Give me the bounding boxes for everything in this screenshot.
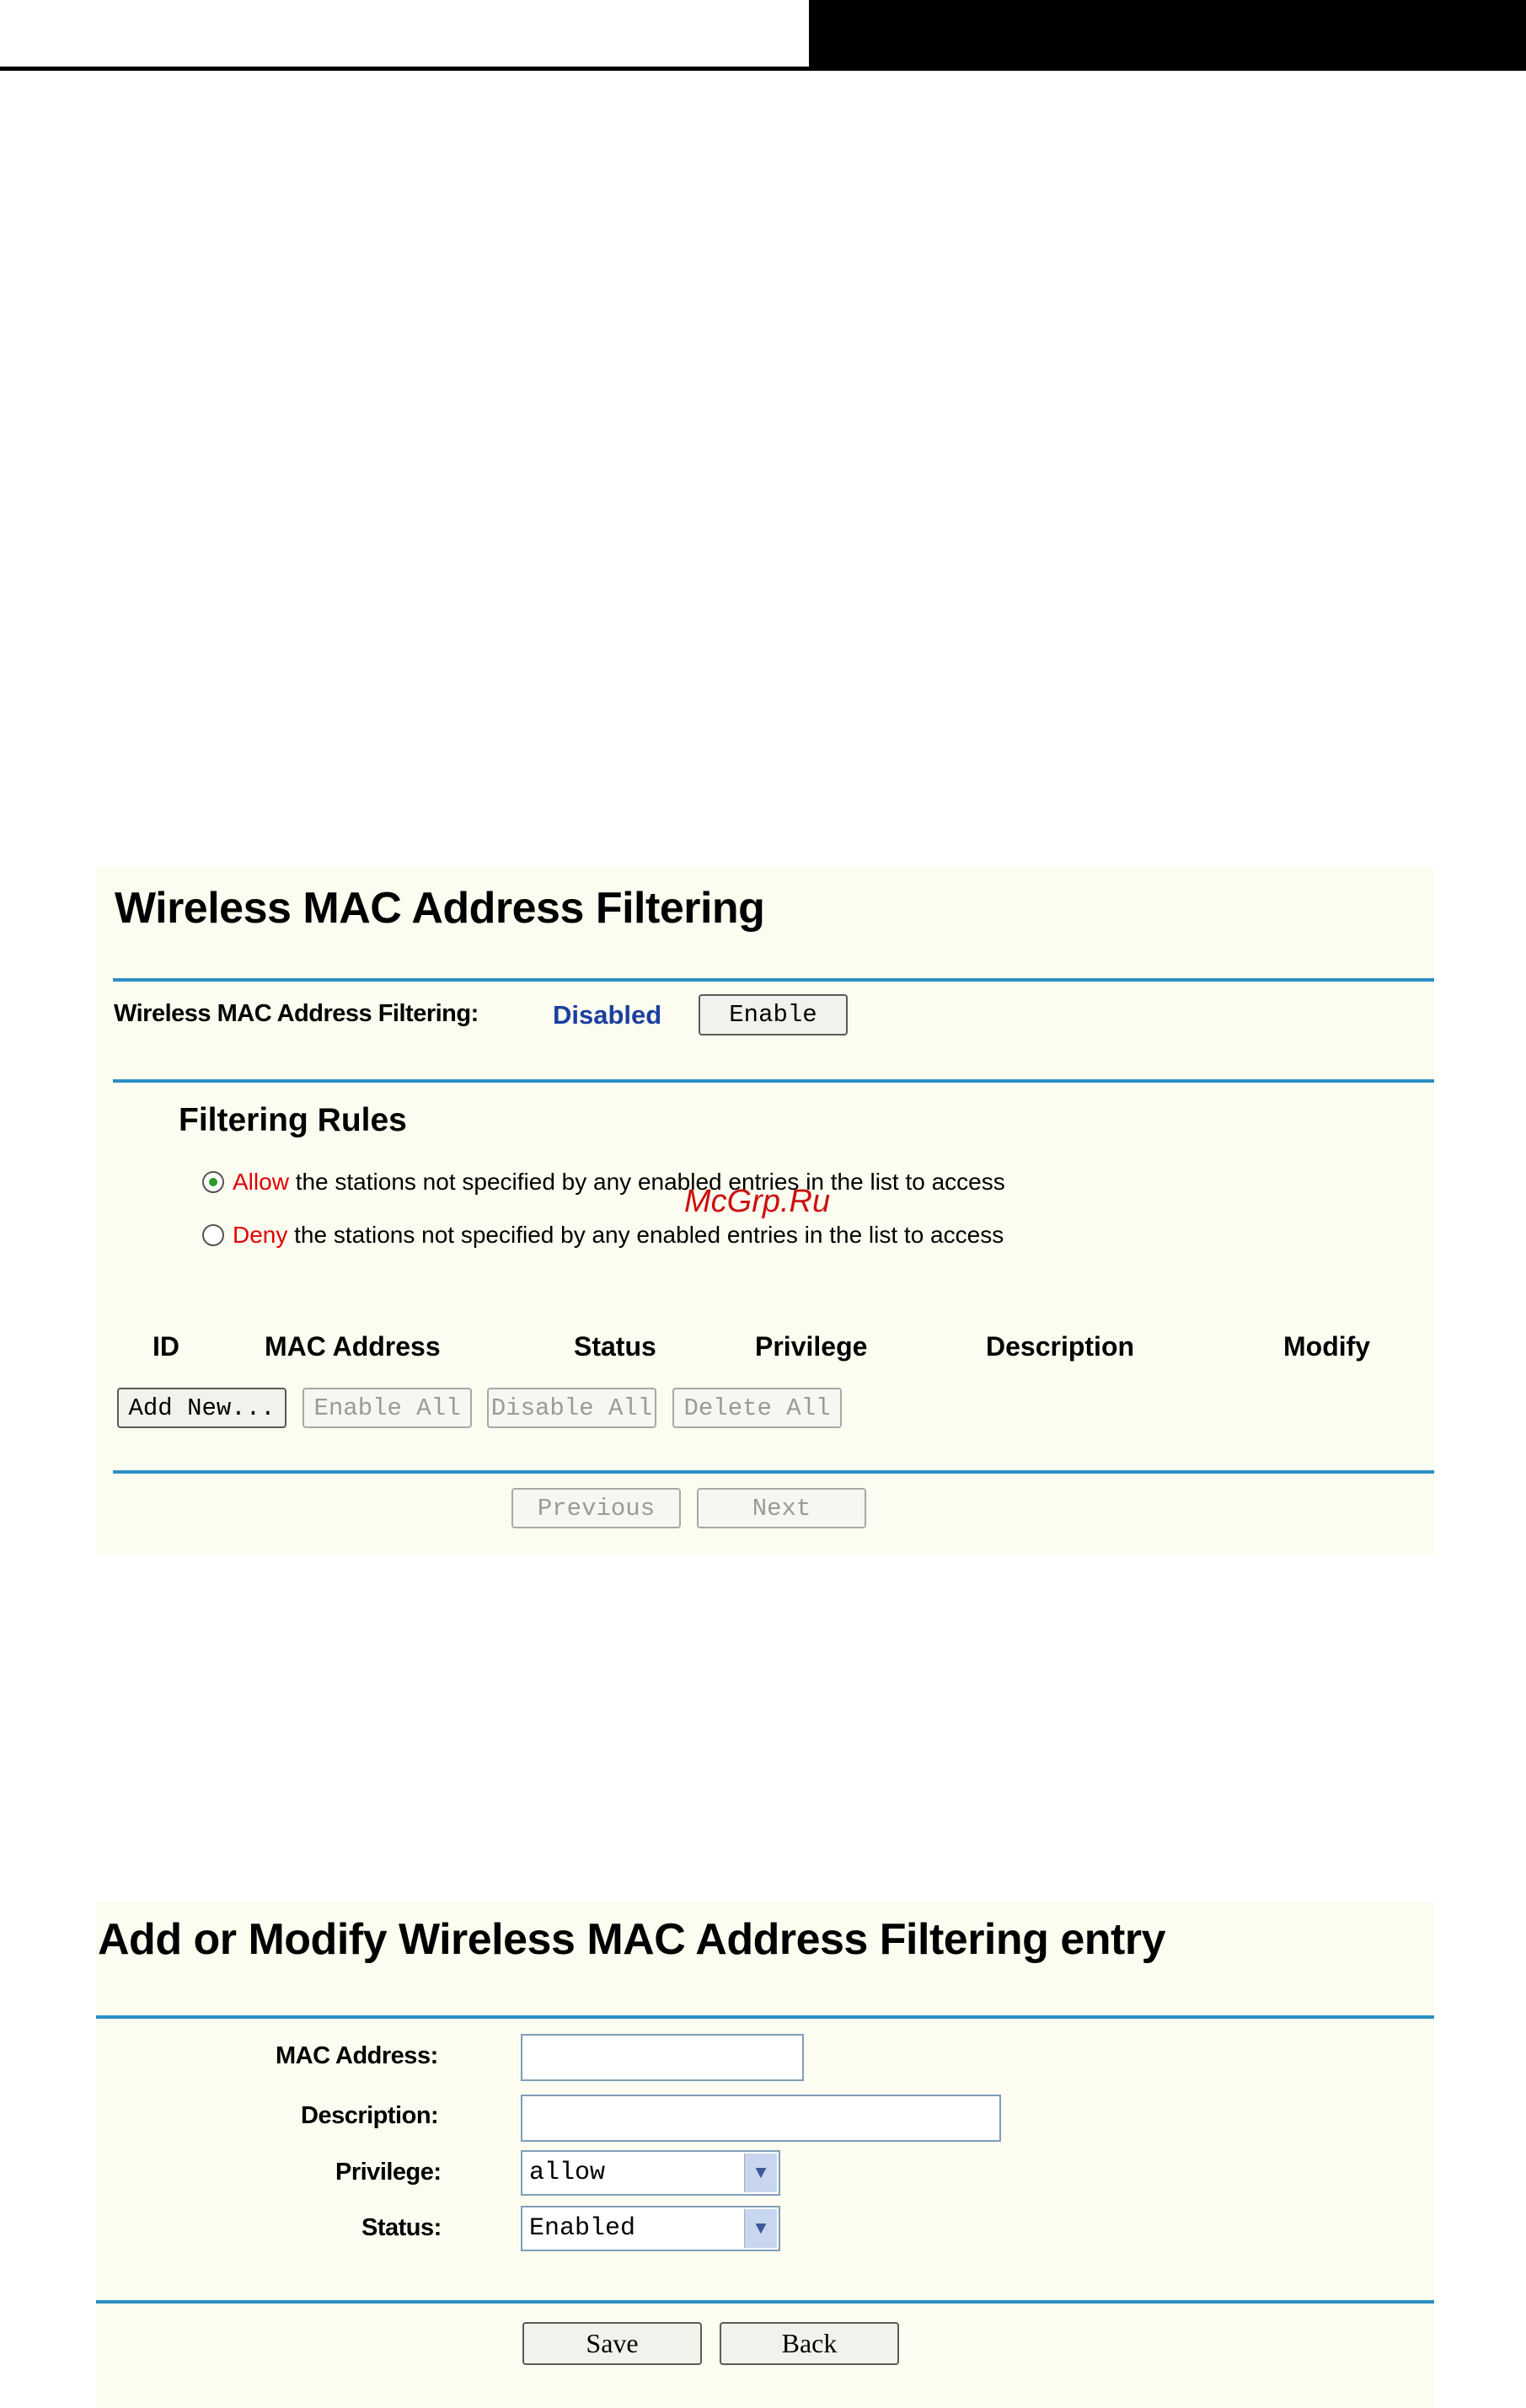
privilege-label: Privilege: — [335, 2159, 442, 2186]
allow-radio[interactable] — [202, 1171, 224, 1193]
column-description: Description — [986, 1331, 1135, 1362]
column-modify: Modify — [1283, 1331, 1371, 1362]
status-select-value: Enabled — [529, 2214, 636, 2243]
delete-all-button[interactable]: Delete All — [672, 1388, 842, 1428]
entry-form-divider — [96, 2300, 1434, 2304]
allow-rule-text: the stations not specified by any enable… — [288, 1169, 1005, 1195]
next-button[interactable]: Next — [697, 1488, 866, 1528]
status-divider — [113, 1079, 1434, 1083]
entry-title-divider — [96, 2015, 1434, 2019]
privilege-select[interactable]: allow ▼ — [521, 2150, 780, 2196]
deny-radio[interactable] — [202, 1224, 224, 1246]
page-title: Wireless MAC Address Filtering — [115, 884, 765, 933]
status-select[interactable]: Enabled ▼ — [521, 2206, 780, 2251]
allow-word: Allow — [233, 1169, 289, 1195]
privilege-select-value: allow — [529, 2159, 606, 2187]
column-status: Status — [574, 1331, 656, 1362]
column-id: ID — [153, 1331, 179, 1362]
chevron-down-icon[interactable]: ▼ — [744, 2209, 777, 2248]
previous-button[interactable]: Previous — [511, 1488, 681, 1528]
watermark-text: McGrp.Ru — [684, 1184, 831, 1219]
column-mac-address: MAC Address — [265, 1331, 441, 1362]
enable-button[interactable]: Enable — [699, 994, 848, 1035]
enable-all-button[interactable]: Enable All — [303, 1388, 472, 1428]
header-black-block — [809, 0, 1526, 71]
description-label: Description: — [301, 2102, 439, 2129]
column-privilege: Privilege — [755, 1331, 868, 1362]
deny-rule-option[interactable]: Deny the stations not specified by any e… — [202, 1222, 1004, 1249]
disable-all-button[interactable]: Disable All — [487, 1388, 656, 1428]
add-new-button[interactable]: Add New... — [117, 1388, 286, 1428]
status-label: Status: — [361, 2214, 442, 2241]
back-button[interactable]: Back — [720, 2322, 899, 2365]
entry-page-title: Add or Modify Wireless MAC Address Filte… — [98, 1915, 1166, 1964]
save-button[interactable]: Save — [522, 2322, 702, 2365]
filtering-status-value: Disabled — [553, 1000, 662, 1030]
chevron-down-icon[interactable]: ▼ — [744, 2154, 777, 2192]
mac-address-label: MAC Address: — [276, 2042, 438, 2069]
filtering-rules-title: Filtering Rules — [179, 1102, 407, 1138]
table-divider — [113, 1470, 1434, 1474]
deny-rule-text: the stations not specified by any enable… — [287, 1222, 1004, 1248]
header-rule — [0, 67, 809, 71]
title-divider — [113, 978, 1434, 982]
description-input[interactable] — [521, 2095, 1001, 2142]
filtering-status-label: Wireless MAC Address Filtering: — [114, 1000, 479, 1027]
allow-rule-option[interactable]: Allow the stations not specified by any … — [202, 1169, 1005, 1196]
deny-word: Deny — [233, 1222, 288, 1248]
mac-address-input[interactable] — [521, 2034, 804, 2081]
